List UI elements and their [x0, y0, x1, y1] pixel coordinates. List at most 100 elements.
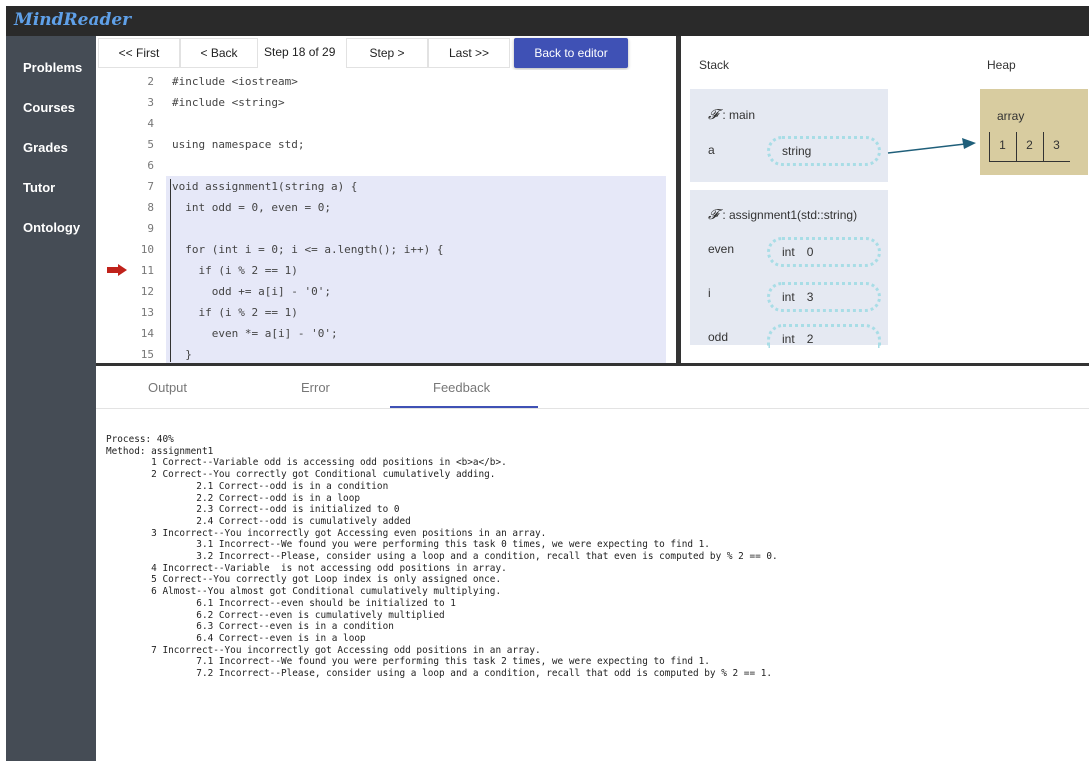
var-name: even: [708, 242, 735, 256]
feedback-text: Process: 40% Method: assignment1 1 Correc…: [106, 434, 778, 680]
feedback-line: 2.4 Correct--odd is cumulatively added: [106, 515, 411, 527]
line-number: 3: [147, 96, 154, 109]
code-line: 2 #include <iostream>: [96, 71, 676, 92]
code-text: int odd = 0, even = 0;: [172, 201, 331, 214]
feedback-line: 7.2 Incorrect--Please, consider using a …: [106, 668, 773, 680]
var-type: int: [782, 332, 795, 346]
sidebar-item-tutor[interactable]: Tutor: [23, 180, 55, 195]
output-tabs: Output Error Feedback: [96, 366, 1089, 409]
feedback-line: 6.1 Incorrect--even should be initialize…: [106, 597, 456, 609]
code-line: 13 if (i % 2 == 1): [96, 302, 676, 323]
sidebar: Problems Courses Grades Tutor Ontology: [6, 36, 96, 761]
var-name: i: [708, 286, 711, 300]
code-text: #include <string>: [172, 96, 285, 109]
feedback-line: 7 Incorrect--You incorrectly got Accessi…: [106, 644, 541, 656]
line-number: 15: [140, 348, 154, 361]
code-text: void assignment1(string a) {: [172, 180, 358, 193]
sidebar-item-problems[interactable]: Problems: [23, 60, 82, 75]
feedback-line: 6.4 Correct--even is in a loop: [106, 632, 366, 644]
var-value: 3: [806, 290, 814, 304]
feedback-line: 5 Correct--You correctly got Loop index …: [106, 574, 502, 586]
feedback-line: 3.1 Incorrect--We found you were perform…: [106, 539, 710, 551]
feedback-line: 2.2 Correct--odd is in a loop: [106, 492, 360, 504]
feedback-line: 1 Correct--Variable odd is accessing odd…: [106, 457, 507, 469]
last-step-button[interactable]: Last >>: [428, 38, 510, 68]
code-line: 5 using namespace std;: [96, 134, 676, 155]
code-line: 11 if (i % 2 == 1): [96, 260, 676, 281]
line-number: 11: [140, 264, 154, 277]
code-line: 4: [96, 113, 676, 134]
back-step-button[interactable]: < Back: [180, 38, 258, 68]
code-text: for (int i = 0; i <= a.length(); i++) {: [172, 243, 444, 256]
next-step-button[interactable]: Step >: [346, 38, 428, 68]
tab-feedback[interactable]: Feedback: [433, 380, 490, 395]
line-number: 5: [147, 138, 154, 151]
app-logo[interactable]: MindReader: [14, 10, 131, 30]
current-line-arrow-icon: [107, 264, 127, 276]
active-scope-highlight: [166, 218, 666, 239]
top-bar: MindReader: [6, 6, 1089, 36]
sidebar-item-grades[interactable]: Grades: [23, 140, 68, 155]
var-type: int: [782, 245, 795, 259]
feedback-line: 6.3 Correct--even is in a condition: [106, 621, 394, 633]
app-root: MindReader Problems Courses Grades Tutor…: [0, 0, 1089, 761]
var-value: 0: [806, 245, 814, 259]
code-line: 15 }: [96, 344, 676, 363]
tab-output[interactable]: Output: [148, 380, 187, 395]
code-text: }: [172, 348, 192, 361]
code-line: 6: [96, 155, 676, 176]
back-to-editor-button[interactable]: Back to editor: [514, 38, 628, 68]
pointer-arrow: [887, 138, 976, 154]
feedback-line: 7.1 Incorrect--We found you were perform…: [106, 656, 710, 668]
feedback-line: 2 Correct--You correctly got Conditional…: [106, 469, 496, 481]
sidebar-item-courses[interactable]: Courses: [23, 100, 75, 115]
var-value: 2: [806, 332, 814, 346]
var-value-box[interactable]: int 3: [767, 282, 881, 312]
code-text: if (i % 2 == 1): [172, 264, 298, 277]
var-name: odd: [708, 330, 729, 344]
feedback-line: Method: assignment1: [106, 445, 214, 457]
line-number: 7: [147, 180, 154, 193]
memory-panel: Stack Heap 𝓕: main a string 𝓕: assignmen…: [681, 36, 1089, 363]
active-scope-highlight: [166, 344, 666, 363]
code-line: 7 void assignment1(string a) {: [96, 176, 676, 197]
code-text: #include <iostream>: [172, 75, 298, 88]
code-line: 9: [96, 218, 676, 239]
line-number: 6: [147, 159, 154, 172]
code-line: 14 even *= a[i] - '0';: [96, 323, 676, 344]
line-number: 2: [147, 75, 154, 88]
line-number: 9: [147, 222, 154, 235]
feedback-output[interactable]: Process: 40% Method: assignment1 1 Correc…: [96, 410, 1089, 761]
step-indicator: Step 18 of 29: [264, 45, 336, 59]
step-toolbar: << First < Back Step 18 of 29 Step > Las…: [96, 36, 676, 70]
feedback-line: 6.2 Correct--even is cumulatively multip…: [106, 609, 445, 621]
var-value-box[interactable]: int 2: [767, 324, 881, 348]
feedback-line: 6 Almost--You almost got Conditional cum…: [106, 586, 502, 598]
code-viewer[interactable]: 2 #include <iostream> 3 #include <string> 4 5…: [96, 70, 676, 363]
code-text: odd += a[i] - '0';: [172, 285, 331, 298]
code-text: using namespace std;: [172, 138, 305, 151]
sidebar-item-ontology[interactable]: Ontology: [23, 220, 80, 235]
feedback-line: 2.3 Correct--odd is initialized to 0: [106, 504, 400, 516]
var-type: int: [782, 290, 795, 304]
feedback-line: 4 Incorrect--Variable is not accessing o…: [106, 562, 507, 574]
line-number: 13: [140, 306, 154, 319]
feedback-line: 2.1 Correct--odd is in a condition: [106, 480, 389, 492]
first-step-button[interactable]: << First: [98, 38, 180, 68]
feedback-line: 3.2 Incorrect--Please, consider using a …: [106, 551, 778, 563]
active-tab-indicator: [390, 406, 538, 408]
code-line: 10 for (int i = 0; i <= a.length(); i++)…: [96, 239, 676, 260]
line-number: 10: [140, 243, 154, 256]
line-number: 8: [147, 201, 154, 214]
code-line: 12 odd += a[i] - '0';: [96, 281, 676, 302]
scope-bar: [170, 179, 171, 362]
line-number: 14: [140, 327, 154, 340]
code-line: 3 #include <string>: [96, 92, 676, 113]
line-number: 12: [140, 285, 154, 298]
code-text: even *= a[i] - '0';: [172, 327, 338, 340]
code-line: 8 int odd = 0, even = 0;: [96, 197, 676, 218]
feedback-line: 3 Incorrect--You incorrectly got Accessi…: [106, 527, 547, 539]
tab-error[interactable]: Error: [301, 380, 330, 395]
var-value-box[interactable]: int 0: [767, 237, 881, 267]
feedback-line: Process: 40%: [106, 434, 174, 445]
